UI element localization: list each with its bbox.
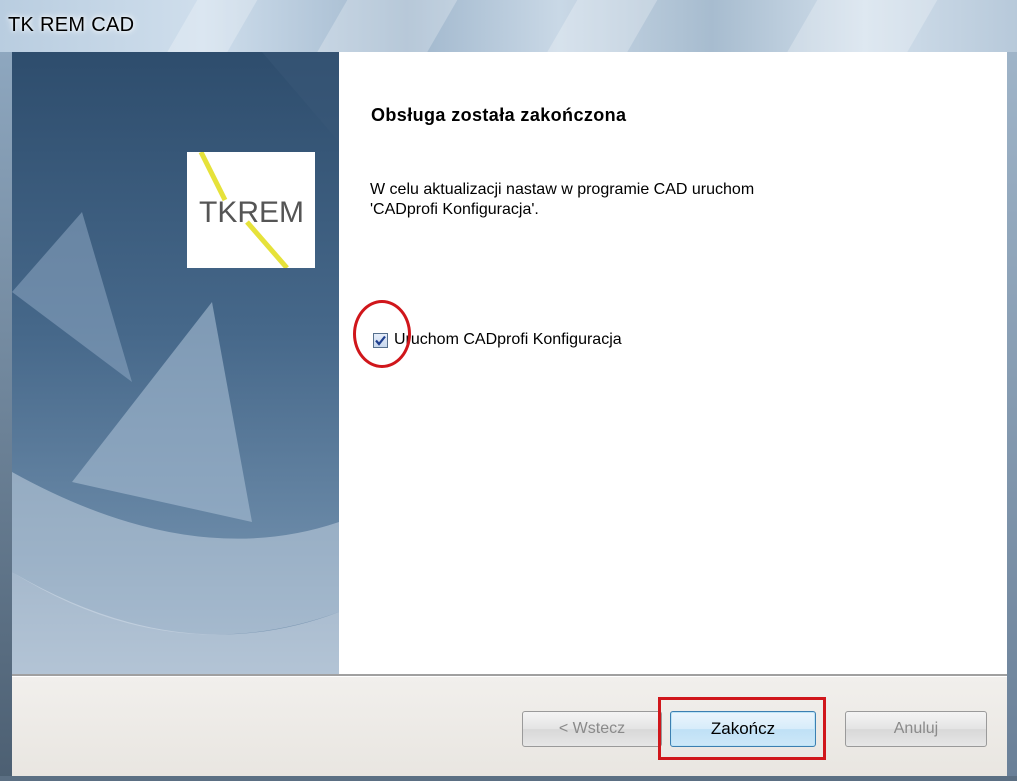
description-line-1: W celu aktualizacji nastaw w programie C… — [370, 181, 755, 198]
run-configuration-checkbox-row[interactable]: Uruchom CADprofi Konfiguracja — [373, 329, 622, 351]
window-title: TK REM CAD — [8, 14, 135, 36]
run-configuration-label[interactable]: Uruchom CADprofi Konfiguracja — [394, 331, 622, 349]
back-button[interactable]: < Wstecz — [522, 711, 662, 747]
wizard-side-banner: TKREM — [12, 52, 339, 674]
window-frame-bottom — [0, 776, 1017, 781]
finish-button[interactable]: Zakończ — [670, 711, 816, 747]
window-frame-right — [1007, 52, 1017, 781]
description-text: W celu aktualizacji nastaw w programie C… — [370, 180, 930, 220]
run-configuration-checkbox[interactable] — [373, 332, 388, 348]
title-bar[interactable]: TK REM CAD — [0, 0, 1017, 52]
cancel-button[interactable]: Anuluj — [845, 711, 987, 747]
logo-text: TKREM — [199, 196, 304, 229]
tkrem-logo: TKREM — [187, 152, 315, 268]
window-frame-left — [0, 52, 12, 781]
page-title: Obsługa została zakończona — [371, 105, 627, 125]
description-line-2: 'CADprofi Konfiguracja'. — [370, 201, 539, 218]
checkmark-icon — [375, 335, 386, 346]
wizard-content: Obsługa została zakończona W celu aktual… — [339, 52, 1007, 674]
